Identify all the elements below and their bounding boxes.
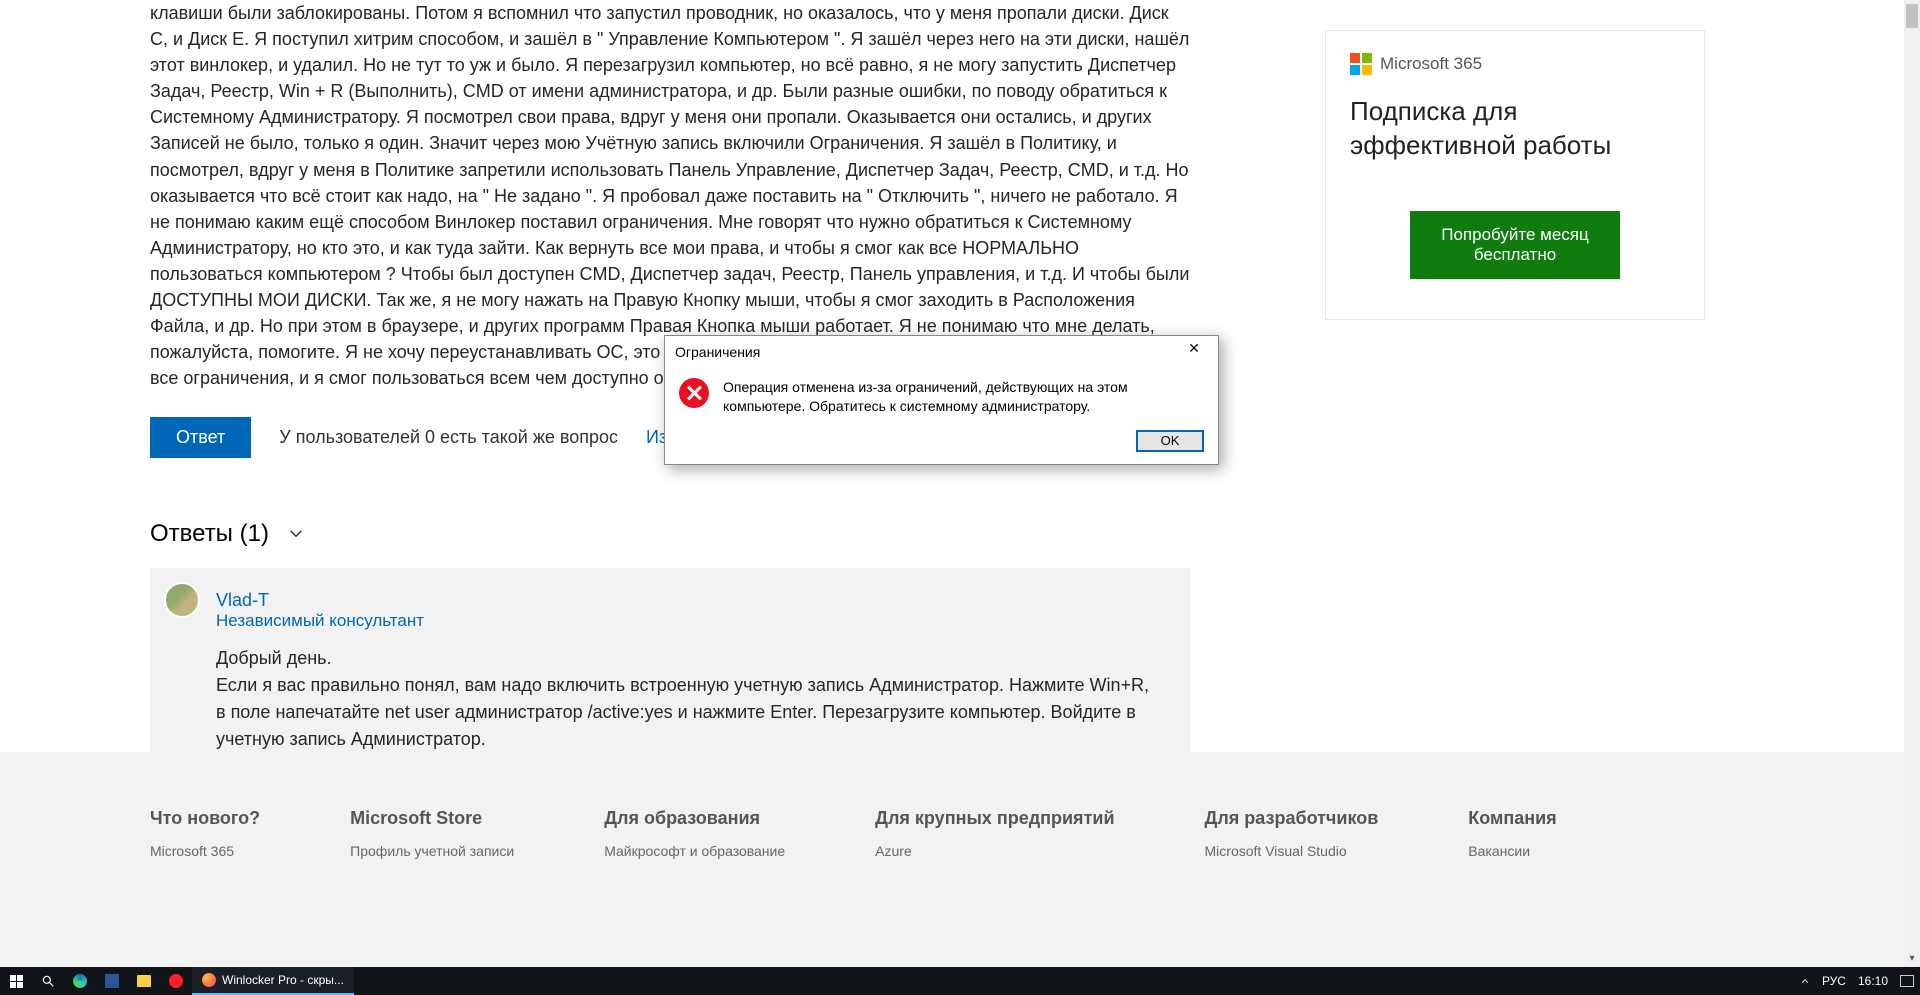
- reply-button[interactable]: Ответ: [150, 417, 251, 458]
- firefox-icon: [202, 973, 216, 987]
- system-tray: РУС 16:10: [1800, 974, 1920, 988]
- ok-button[interactable]: OK: [1136, 430, 1204, 452]
- ms365-brand: Microsoft 365: [1380, 54, 1482, 74]
- footer-h-company: Компания: [1468, 808, 1556, 829]
- notifications-icon[interactable]: [1900, 975, 1914, 987]
- browser-content: клавиши были заблокированы. Потом я вспо…: [0, 0, 1904, 967]
- dialog-message: Операция отменена из-за ограничений, дей…: [723, 378, 1204, 416]
- same-issue-count: У пользователей 0 есть такой же вопрос: [279, 427, 618, 448]
- question-body: клавиши были заблокированы. Потом я вспо…: [150, 0, 1190, 391]
- start-button[interactable]: [0, 967, 32, 995]
- vertical-scrollbar[interactable]: ▴ ▾: [1904, 0, 1920, 967]
- footer-link[interactable]: Майкрософт и образование: [604, 843, 785, 859]
- chevron-down-icon[interactable]: [287, 525, 305, 543]
- tray-chevron-up-icon[interactable]: [1800, 976, 1810, 986]
- footer-link[interactable]: Microsoft 365: [150, 843, 260, 859]
- sidebar-ad: Microsoft 365 Подписка для эффективной р…: [1325, 30, 1705, 320]
- footer-h-edu: Для образования: [604, 808, 785, 829]
- footer-link[interactable]: Azure: [875, 843, 1114, 859]
- scrollbar-thumb[interactable]: [1906, 4, 1918, 28]
- footer-link[interactable]: Вакансии: [1468, 843, 1556, 859]
- scroll-down-icon[interactable]: ▾: [1904, 951, 1920, 967]
- taskbar-word-icon[interactable]: [96, 967, 128, 995]
- error-dialog: Ограничения ✕ Операция отменена из-за ог…: [664, 335, 1219, 465]
- footer-h-ent: Для крупных предприятий: [875, 808, 1114, 829]
- footer-link[interactable]: Microsoft Visual Studio: [1205, 843, 1379, 859]
- answers-heading: Ответы (1): [150, 520, 269, 548]
- taskbar: Winlocker Pro - скры... РУС 16:10: [0, 967, 1920, 995]
- avatar[interactable]: [164, 582, 200, 618]
- ad-title: Подписка для эффективной работы: [1350, 95, 1680, 163]
- author-role: Независимый консультант: [216, 611, 1162, 631]
- footer-h-store: Microsoft Store: [350, 808, 514, 829]
- author-link[interactable]: Vlad-T: [216, 590, 1162, 611]
- ad-cta-button[interactable]: Попробуйте месяц бесплатно: [1410, 211, 1620, 279]
- answers-heading-row: Ответы (1): [150, 520, 1190, 548]
- search-icon[interactable]: [32, 967, 64, 995]
- language-indicator[interactable]: РУС: [1822, 974, 1846, 988]
- clock[interactable]: 16:10: [1858, 974, 1888, 988]
- answer-p1: Добрый день.: [216, 645, 1162, 672]
- taskbar-app-title: Winlocker Pro - скры...: [222, 973, 344, 987]
- taskbar-edge-icon[interactable]: [64, 967, 96, 995]
- answer-p2: Если я вас правильно понял, вам надо вкл…: [216, 672, 1162, 753]
- taskbar-explorer-icon[interactable]: [128, 967, 160, 995]
- dialog-title: Ограничения: [675, 344, 760, 360]
- taskbar-opera-icon[interactable]: [160, 967, 192, 995]
- close-icon[interactable]: ✕: [1176, 340, 1212, 364]
- ms365-logo: Microsoft 365: [1350, 53, 1680, 75]
- error-icon: [679, 378, 709, 408]
- microsoft-icon: [1350, 53, 1372, 75]
- taskbar-firefox-app[interactable]: Winlocker Pro - скры...: [192, 967, 354, 995]
- footer-link[interactable]: Профиль учетной записи: [350, 843, 514, 859]
- footer-h-whatsnew: Что нового?: [150, 808, 260, 829]
- page-footer: Что нового? Microsoft 365 Microsoft Store…: [0, 752, 1904, 967]
- footer-h-dev: Для разработчиков: [1205, 808, 1379, 829]
